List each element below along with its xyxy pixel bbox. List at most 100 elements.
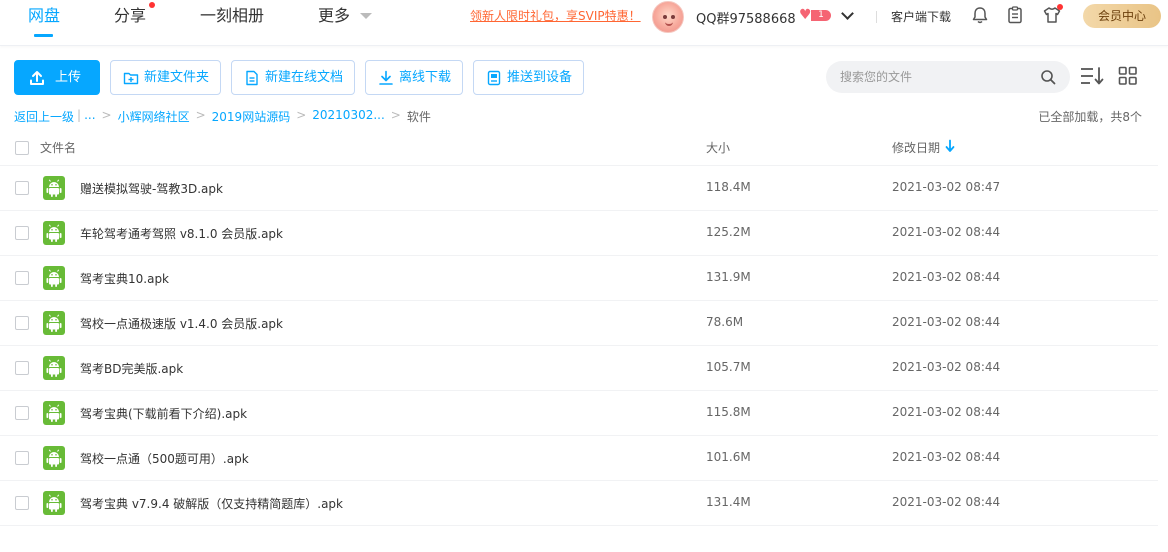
user-menu-chevron-icon[interactable]: [841, 7, 854, 20]
breadcrumb-separator: >: [195, 108, 206, 122]
search-icon[interactable]: [1040, 69, 1056, 85]
android-apk-icon: [43, 266, 65, 290]
vip-level-number: 1: [811, 10, 831, 21]
table-row[interactable]: 车轮驾考通考驾照 v8.1.0 会员版.apk 125.2M 2021-03-02 …: [0, 210, 1158, 255]
new-folder-label: 新建文件夹: [144, 70, 210, 85]
nav-tab-netdisk[interactable]: 网盘: [28, 4, 60, 30]
breadcrumb: 返回上一级 |... > 小辉网络社区 >2019网站源码 >20210302... > 软件: [14, 108, 431, 125]
bell-icon[interactable]: [970, 5, 990, 25]
upload-icon: [30, 71, 44, 85]
row-checkbox[interactable]: [15, 181, 29, 195]
file-size: 131.4M: [706, 495, 751, 509]
row-checkbox[interactable]: [15, 316, 29, 330]
push-to-device-label: 推送到设备: [507, 70, 573, 85]
nav-tab-share[interactable]: 分享: [114, 4, 146, 30]
heart-icon: ♥: [799, 7, 812, 23]
row-checkbox[interactable]: [15, 496, 29, 510]
android-apk-icon: [43, 401, 65, 425]
table-row[interactable]: 驾考宝典10.apk 131.9M 2021-03-02 08:44: [0, 255, 1158, 300]
file-modified-date: 2021-03-02 08:44: [892, 495, 1001, 509]
file-modified-date: 2021-03-02 08:44: [892, 225, 1001, 239]
file-name[interactable]: 驾考宝典 v7.9.4 破解版（仅支持精简题库）.apk: [80, 495, 343, 512]
breadcrumb-item[interactable]: 小辉网络社区: [118, 108, 190, 125]
file-size: 101.6M: [706, 450, 751, 464]
breadcrumb-item[interactable]: 20210302...: [312, 108, 385, 122]
android-apk-icon: [43, 491, 65, 515]
file-list: 赠送模拟驾驶-驾教3D.apk 118.4M 2021-03-02 08:47 车轮驾…: [0, 165, 1158, 526]
chevron-down-icon[interactable]: [360, 13, 372, 19]
android-apk-icon: [43, 356, 65, 380]
row-checkbox[interactable]: [15, 271, 29, 285]
sort-list-icon[interactable]: [1080, 66, 1104, 86]
file-name[interactable]: 驾考宝典(下载前看下介绍).apk: [80, 405, 247, 422]
android-apk-icon: [43, 176, 65, 200]
select-all-checkbox[interactable]: [15, 141, 29, 155]
file-size: 131.9M: [706, 270, 751, 284]
promo-link[interactable]: 领新人限时礼包，享SVIP特惠！: [470, 7, 641, 24]
client-download-link[interactable]: 客户端下载: [891, 8, 951, 25]
breadcrumb-separator: >: [101, 108, 112, 122]
top-navigation: 网盘 分享 一刻相册 更多 领新人限时礼包，享SVIP特惠！ QQ群975886…: [0, 0, 1168, 46]
download-icon: [379, 70, 393, 85]
push-to-device-button[interactable]: 推送到设备: [473, 60, 584, 95]
file-modified-date: 2021-03-02 08:44: [892, 315, 1001, 329]
nav-tab-more[interactable]: 更多: [318, 4, 350, 30]
new-online-doc-label: 新建在线文档: [265, 70, 344, 85]
breadcrumb-divider: |: [77, 108, 82, 122]
table-row[interactable]: 驾校一点通极速版 v1.4.0 会员版.apk 78.6M 2021-03-02 0…: [0, 300, 1158, 345]
row-checkbox[interactable]: [15, 406, 29, 420]
offline-download-button[interactable]: 离线下载: [365, 60, 463, 95]
file-name[interactable]: 赠送模拟驾驶-驾教3D.apk: [80, 180, 223, 197]
file-size: 115.8M: [706, 405, 751, 419]
new-folder-button[interactable]: 新建文件夹: [110, 60, 221, 95]
breadcrumb-current: 软件: [406, 110, 431, 124]
file-modified-date: 2021-03-02 08:44: [892, 450, 1001, 464]
search-box[interactable]: [826, 61, 1070, 93]
column-header-date[interactable]: 修改日期: [892, 139, 940, 156]
file-table-header: 文件名 大小 修改日期: [0, 131, 1158, 163]
vip-level-badge: ♥ 1: [799, 7, 833, 23]
divider: [0, 525, 1158, 526]
breadcrumb-ellipsis[interactable]: ...: [84, 108, 95, 122]
file-size: 105.7M: [706, 360, 751, 374]
grid-view-icon[interactable]: [1118, 66, 1138, 86]
active-tab-indicator: [34, 34, 53, 37]
breadcrumb-separator: >: [390, 108, 401, 122]
new-folder-icon: [123, 72, 139, 85]
file-name[interactable]: 驾校一点通（500题可用）.apk: [80, 450, 249, 467]
file-size: 125.2M: [706, 225, 751, 239]
clipboard-icon[interactable]: [1005, 5, 1025, 25]
offline-download-label: 离线下载: [399, 70, 452, 85]
search-input[interactable]: [840, 67, 1030, 87]
share-notification-dot: [149, 2, 155, 8]
row-checkbox[interactable]: [15, 361, 29, 375]
upload-button[interactable]: 上传: [14, 60, 100, 95]
column-header-size[interactable]: 大小: [706, 139, 730, 156]
device-icon: [487, 70, 501, 86]
breadcrumb-item[interactable]: 2019网站源码: [212, 108, 291, 125]
nav-tab-moment-album[interactable]: 一刻相册: [200, 4, 264, 30]
file-name[interactable]: 驾校一点通极速版 v1.4.0 会员版.apk: [80, 315, 283, 332]
android-apk-icon: [43, 311, 65, 335]
file-name[interactable]: 车轮驾考通考驾照 v8.1.0 会员版.apk: [80, 225, 283, 242]
vip-center-button[interactable]: 会员中心: [1083, 4, 1161, 28]
table-row[interactable]: 驾校一点通（500题可用）.apk 101.6M 2021-03-02 08:44: [0, 435, 1158, 480]
sort-descending-icon[interactable]: [945, 139, 955, 153]
document-icon: [246, 70, 258, 86]
avatar[interactable]: [652, 1, 684, 33]
table-row[interactable]: 赠送模拟驾驶-驾教3D.apk 118.4M 2021-03-02 08:47: [0, 165, 1158, 210]
row-checkbox[interactable]: [15, 226, 29, 240]
load-status: 已全部加载，共8个: [1038, 110, 1142, 124]
column-header-name[interactable]: 文件名: [40, 139, 76, 156]
table-row[interactable]: 驾考宝典(下载前看下介绍).apk 115.8M 2021-03-02 08:44: [0, 390, 1158, 435]
username[interactable]: QQ群97588668: [696, 8, 796, 27]
divider: [876, 11, 877, 23]
table-row[interactable]: 驾考BD完美版.apk 105.7M 2021-03-02 08:44: [0, 345, 1158, 390]
file-name[interactable]: 驾考BD完美版.apk: [80, 360, 183, 377]
row-checkbox[interactable]: [15, 451, 29, 465]
file-modified-date: 2021-03-02 08:44: [892, 360, 1001, 374]
new-online-doc-button[interactable]: 新建在线文档: [231, 60, 355, 95]
file-name[interactable]: 驾考宝典10.apk: [80, 270, 169, 287]
table-row[interactable]: 驾考宝典 v7.9.4 破解版（仅支持精简题库）.apk 131.4M 2021-0…: [0, 480, 1158, 525]
breadcrumb-back-link[interactable]: 返回上一级: [14, 108, 74, 125]
